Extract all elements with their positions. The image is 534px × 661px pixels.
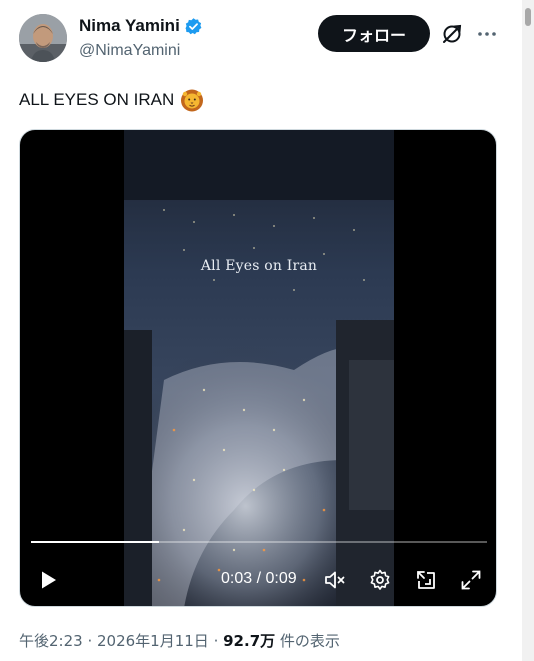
page-scrollbar[interactable] bbox=[522, 0, 534, 661]
video-frame[interactable]: All Eyes on Iran bbox=[124, 130, 394, 606]
meta-separator: · bbox=[82, 632, 97, 650]
meta-separator-2: · bbox=[208, 632, 224, 650]
tweet-page: Nima Yamini @NimaYamini フォロー ALL EYES ON… bbox=[0, 0, 534, 661]
author-handle[interactable]: @NimaYamini bbox=[79, 42, 180, 60]
more-options-icon[interactable] bbox=[475, 22, 499, 46]
tweet-meta: 午後2:23 · 2026年1月11日 · 92.7万 件の表示 bbox=[19, 630, 340, 651]
tweet-time[interactable]: 午後2:23 bbox=[19, 632, 83, 650]
muted-speaker-icon[interactable] bbox=[323, 568, 347, 592]
video-overlay-caption: All Eyes on Iran bbox=[200, 258, 318, 274]
tweet-text-body: ALL EYES ON IRAN bbox=[19, 90, 175, 109]
fullscreen-expand-icon[interactable] bbox=[459, 568, 483, 592]
author-display-name[interactable]: Nima Yamini bbox=[79, 16, 180, 36]
verified-badge-icon bbox=[184, 17, 203, 36]
tweet-text: ALL EYES ON IRAN bbox=[19, 88, 204, 112]
scrollbar-thumb[interactable] bbox=[525, 8, 531, 26]
follow-button[interactable]: フォロー bbox=[318, 15, 430, 52]
video-progress-fill bbox=[31, 541, 159, 543]
play-icon[interactable] bbox=[36, 568, 60, 592]
avatar[interactable] bbox=[19, 14, 67, 62]
video-progress-bar[interactable] bbox=[31, 541, 487, 543]
lion-face-icon bbox=[180, 88, 204, 112]
views-count: 92.7万 bbox=[223, 632, 276, 650]
dock-minimize-icon[interactable] bbox=[414, 568, 438, 592]
grok-icon[interactable] bbox=[440, 22, 464, 46]
settings-gear-icon[interactable] bbox=[368, 568, 392, 592]
video-player[interactable]: All Eyes on Iran 0:03 / 0:09 bbox=[19, 129, 497, 607]
views-label: 件の表示 bbox=[275, 632, 340, 650]
tweet-date[interactable]: 2026年1月11日 bbox=[97, 632, 209, 650]
author-name-row[interactable]: Nima Yamini bbox=[79, 16, 203, 36]
video-time-readout: 0:03 / 0:09 bbox=[221, 570, 297, 587]
